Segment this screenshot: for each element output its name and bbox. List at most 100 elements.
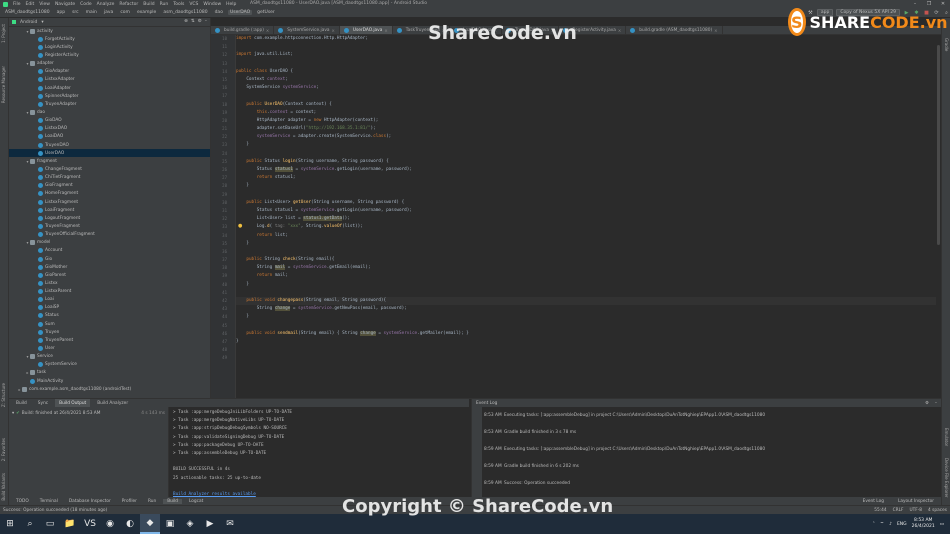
language-indicator[interactable]: ENG (897, 522, 907, 527)
app-icon[interactable]: ◈ (180, 514, 200, 534)
breadcrumb-item[interactable]: getUser (255, 10, 277, 15)
lightbulb-icon[interactable]: ● (238, 223, 243, 229)
status-message[interactable]: Success: Operation succeeded (18 minutes… (3, 508, 107, 513)
code-line[interactable]: } (236, 240, 936, 248)
tree-item-forgetactivity[interactable]: ForgetActivity (9, 35, 210, 43)
tree-item-chitietfragment[interactable]: ChiTietFragment (9, 174, 210, 182)
build-variants-tool-button[interactable]: Build Variants (1, 473, 6, 501)
tree-item-listxx[interactable]: Listxx (9, 279, 210, 287)
code-line[interactable]: import java.util.List; (236, 51, 936, 59)
menu-item-build[interactable]: Build (143, 2, 154, 7)
tree-item-service[interactable]: ▾ Service (9, 353, 210, 361)
toolwindow-run[interactable]: Run (144, 499, 160, 504)
add-icon[interactable]: ⊕ (184, 19, 188, 24)
tree-item-listxxadapter[interactable]: ListxxAdapter (9, 76, 210, 84)
breadcrumb-item[interactable]: main (84, 10, 99, 15)
tree-item-homefragment[interactable]: HomeFragment (9, 190, 210, 198)
app-icon[interactable]: ▣ (160, 514, 180, 534)
breadcrumb-item[interactable]: example (135, 10, 158, 15)
code-line[interactable]: public void changepass(String email, Str… (236, 297, 936, 306)
media-icon[interactable]: ▶ (200, 514, 220, 534)
toolwindow-profiler[interactable]: Profiler (118, 499, 141, 504)
close-icon[interactable]: × (332, 28, 335, 33)
gradle-tool-button[interactable]: Gradle (944, 38, 949, 51)
status-item[interactable]: UTF-8 (910, 508, 923, 513)
file-explorer-icon[interactable]: 📁 (60, 514, 80, 534)
status-item[interactable]: CRLF (893, 508, 904, 513)
code-line[interactable]: return status1; (236, 174, 936, 182)
mail-icon[interactable]: ✉ (220, 514, 240, 534)
close-icon[interactable]: × (266, 28, 269, 33)
task-view-icon[interactable]: ▭ (40, 514, 60, 534)
tree-item-sum[interactable]: Sum (9, 320, 210, 328)
toolwindow-logcat[interactable]: Logcat (185, 499, 207, 504)
search-icon[interactable]: ⌕ (20, 514, 40, 534)
tree-item-truyenofficialfragment[interactable]: TruyenOfficialFragment (9, 231, 210, 239)
breadcrumb-item[interactable]: com (118, 10, 132, 15)
tree-item-activity[interactable]: ▾ activity (9, 27, 210, 35)
tree-item-truyenadapter[interactable]: TruyenAdapter (9, 100, 210, 108)
tree-item-adapter[interactable]: ▾ adapter (9, 60, 210, 68)
code-line[interactable]: String change = systemService.getNewPass… (236, 305, 936, 313)
code-line[interactable]: adapter.setBaseUrl("http://192.168.35.1:… (236, 125, 936, 133)
menu-item-vcs[interactable]: VCS (189, 2, 198, 7)
chrome-icon[interactable]: ◉ (100, 514, 120, 534)
close-icon[interactable]: × (384, 28, 387, 33)
tree-item-gio[interactable]: Gio (9, 255, 210, 263)
menu-item-edit[interactable]: Edit (26, 2, 35, 7)
toolwindow-layout-inspector[interactable]: Layout Inspector (894, 499, 938, 504)
code-line[interactable] (236, 248, 936, 256)
menu-item-code[interactable]: Code (80, 2, 92, 7)
tree-item-gioadapter[interactable]: GioAdapter (9, 68, 210, 76)
status-item[interactable]: 55:44 (874, 508, 886, 513)
emulator-tool-button[interactable]: Emulator (944, 428, 949, 446)
tree-item-listxxfragment[interactable]: ListxxFragment (9, 198, 210, 206)
tree-item-systemservice[interactable]: SystemService (9, 361, 210, 369)
menu-item-navigate[interactable]: Navigate (55, 2, 75, 7)
code-line[interactable] (236, 354, 936, 362)
breadcrumb-item[interactable]: src (70, 10, 81, 15)
tab-build-gradle-app-[interactable]: build.gradle (:app) × (211, 26, 275, 34)
code-line[interactable]: public List<User> getUser(String usernam… (236, 199, 936, 207)
resource-manager-tool-button[interactable]: Resource Manager (1, 66, 6, 103)
tree-item-truyen[interactable]: Truyen (9, 328, 210, 336)
code-line[interactable]: return mail; (236, 272, 936, 280)
gear-icon[interactable]: ⚙ (925, 401, 929, 406)
editor-scrollbar[interactable] (936, 35, 941, 398)
code-line[interactable]: Status status1 = systemService.getLogin(… (236, 166, 936, 174)
collapse-icon[interactable]: ⇅ (191, 19, 195, 24)
tree-item-truyendao[interactable]: TruyenDAO (9, 141, 210, 149)
code-line[interactable]: this.context = context; (236, 109, 936, 117)
tree-item-fragment[interactable]: ▾ fragment (9, 157, 210, 165)
tree-item-com-example-asm-daodtgs11080-androidtest-[interactable]: ▸ com.example.asm_daodtgs11080 (androidTe… (9, 385, 210, 393)
project-tool-button[interactable]: 1: Project (1, 24, 6, 43)
code-line[interactable] (236, 322, 936, 330)
code-line[interactable] (236, 191, 936, 199)
build-tree-item[interactable]: ▾ ✔ Build: finished at 26/4/2021 8:53 AM… (9, 409, 168, 417)
tree-item-account[interactable]: Account (9, 247, 210, 255)
tab-build-analyzer[interactable]: Build Analyzer (93, 399, 132, 407)
toolwindow-build[interactable]: Build (163, 498, 182, 504)
chevron-up-icon[interactable]: ˄ (873, 522, 875, 527)
tree-item-mainactivity[interactable]: MainActivity (9, 377, 210, 385)
tree-item-gioparent[interactable]: GioParent (9, 271, 210, 279)
code-line[interactable] (236, 60, 936, 68)
tree-item-listxxparent[interactable]: ListxxParent (9, 288, 210, 296)
code-line[interactable]: Context context; (236, 76, 936, 84)
code-line[interactable]: public Status login(String username, Str… (236, 158, 936, 166)
tree-item-loaidao[interactable]: LoaiDAO (9, 133, 210, 141)
code-line[interactable]: systemService = adapter.create(SystemSer… (236, 133, 936, 141)
code-line[interactable] (236, 150, 936, 158)
scrollbar-thumb[interactable] (937, 45, 940, 245)
menu-item-help[interactable]: Help (226, 2, 236, 7)
tree-item-status[interactable]: Status (9, 312, 210, 320)
tree-item-task[interactable]: ▸ task (9, 369, 210, 377)
toolwindow-terminal[interactable]: Terminal (36, 499, 62, 504)
tree-item-loginactivity[interactable]: LoginActivity (9, 43, 210, 51)
chevron-down-icon[interactable]: ▾ (41, 20, 43, 25)
structure-tool-button[interactable]: Z: Structure (1, 383, 6, 407)
project-view-select[interactable]: Android (20, 20, 37, 25)
notification-icon[interactable]: ▭ (940, 522, 944, 527)
code-line[interactable]: public UserDAO(Context context) { (236, 101, 936, 109)
code-line[interactable]: SystemService systemService; (236, 84, 936, 92)
